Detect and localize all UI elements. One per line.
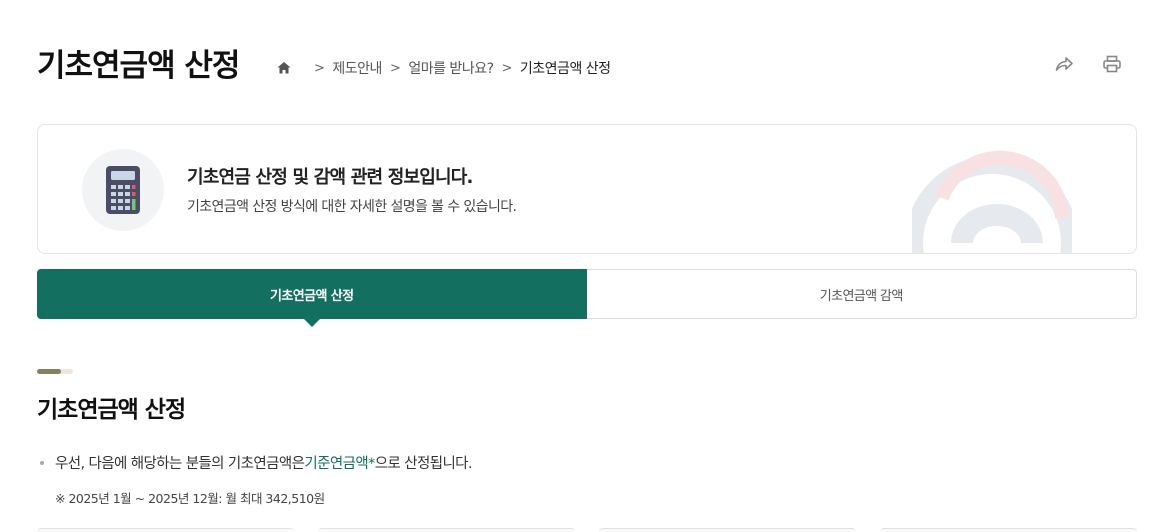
tab-reduction[interactable]: 기초연금액 감액 (586, 269, 1137, 319)
print-icon[interactable] (1102, 54, 1122, 74)
card-peek (880, 528, 1137, 532)
card-row-peek (37, 528, 1137, 532)
card-peek (599, 528, 856, 532)
calculator-icon (82, 149, 164, 231)
section-accent-bar (37, 369, 73, 374)
card-peek (318, 528, 575, 532)
share-icon[interactable] (1054, 54, 1074, 74)
home-icon[interactable] (276, 60, 292, 76)
page-tools (1054, 54, 1122, 74)
amount-note: ※ 2025년 1월 ~ 2025년 12월: 월 최대 342,510원 (55, 491, 325, 506)
breadcrumb-separator: > (501, 60, 513, 76)
breadcrumb-item-current: 기초연금액 산정 (519, 61, 611, 77)
breadcrumb-separator: > (389, 60, 401, 76)
bullet-item: 우선, 다음에 해당하는 분들의 기초연금액은 기준연금액* 으로 산정됩니다. (40, 452, 473, 473)
page-title: 기초연금액 산정 (37, 48, 240, 84)
bullet-dot (40, 460, 44, 465)
taegeuk-emblem-icon (905, 143, 1079, 253)
breadcrumb-separator: > (314, 60, 325, 76)
breadcrumb-item-system[interactable]: 제도안내 (332, 58, 382, 78)
info-title: 기초연금 산정 및 감액 관련 정보입니다. (187, 167, 473, 188)
tab-calculation[interactable]: 기초연금액 산정 (37, 269, 587, 327)
info-description: 기초연금액 산정 방식에 대한 자세한 설명을 볼 수 있습니다. (187, 199, 517, 215)
bullet-text-prefix: 우선, 다음에 해당하는 분들의 기초연금액은 (55, 456, 305, 472)
breadcrumb-item-amount[interactable]: 얼마를 받나요? (408, 58, 494, 78)
card-peek (37, 528, 294, 532)
info-box: 기초연금 산정 및 감액 관련 정보입니다. 기초연금액 산정 방식에 대한 자… (37, 124, 1137, 254)
breadcrumb: > 제도안내 > 얼마를 받나요? > 기초연금액 산정 (276, 58, 619, 78)
section-title: 기초연금액 산정 (37, 397, 186, 423)
base-pension-highlight: 기준연금액* (304, 456, 375, 472)
tab-list: 기초연금액 산정 기초연금액 감액 (37, 269, 1137, 327)
bullet-text-suffix: 으로 산정됩니다. (374, 456, 473, 472)
